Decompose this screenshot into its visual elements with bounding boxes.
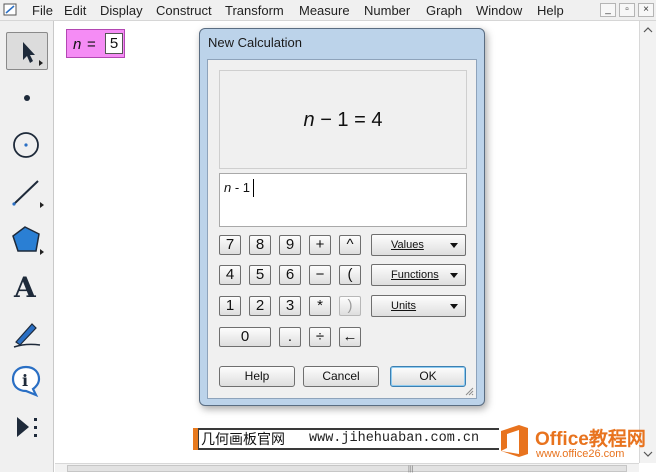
- key-6[interactable]: 6: [279, 265, 301, 285]
- menu-edit[interactable]: Edit: [64, 3, 86, 18]
- horizontal-scroll-thumb[interactable]: |||: [67, 465, 627, 473]
- expression-rest: - 1: [231, 180, 251, 195]
- tool-panel: A i: [0, 21, 54, 472]
- menu-bar: File Edit Display Construct Transform Me…: [0, 0, 656, 21]
- parameter-equals: =: [87, 36, 96, 53]
- text-tool[interactable]: A: [6, 267, 48, 305]
- menu-help[interactable]: Help: [537, 3, 564, 18]
- functions-dropdown-label: Functions: [391, 269, 439, 281]
- menu-number[interactable]: Number: [364, 3, 410, 18]
- functions-dropdown[interactable]: Functions: [371, 264, 466, 286]
- key-0[interactable]: 0: [219, 327, 271, 347]
- chevron-down-icon: [450, 273, 458, 278]
- logo-title: Office教程网: [535, 429, 646, 450]
- key-7[interactable]: 7: [219, 235, 241, 255]
- information-tool[interactable]: i: [6, 361, 48, 399]
- key-2[interactable]: 2: [249, 296, 271, 316]
- marker-tool[interactable]: [6, 314, 48, 352]
- point-tool[interactable]: [6, 79, 48, 117]
- units-dropdown[interactable]: Units: [371, 295, 466, 317]
- help-button[interactable]: Help: [219, 366, 295, 387]
- key-5[interactable]: 5: [249, 265, 271, 285]
- values-dropdown-label: Values: [391, 239, 424, 251]
- parameter-name: n: [73, 36, 82, 53]
- key-plus[interactable]: +: [309, 235, 331, 255]
- menu-measure[interactable]: Measure: [299, 3, 350, 18]
- dialog-title: New Calculation: [208, 35, 302, 50]
- logo-url: www.office26.com: [536, 448, 625, 460]
- key-minus[interactable]: −: [309, 265, 331, 285]
- values-dropdown[interactable]: Values: [371, 234, 466, 256]
- menu-transform[interactable]: Transform: [225, 3, 284, 18]
- info-icon: i: [11, 365, 41, 398]
- minimize-button[interactable]: _: [600, 3, 616, 17]
- key-open-paren[interactable]: (: [339, 265, 361, 285]
- preview-variable: n: [303, 109, 315, 131]
- pen-icon: [13, 323, 41, 348]
- key-4[interactable]: 4: [219, 265, 241, 285]
- menu-file[interactable]: File: [32, 3, 53, 18]
- scroll-up-icon[interactable]: [640, 23, 656, 37]
- cancel-button[interactable]: Cancel: [303, 366, 379, 387]
- flyout-indicator: [40, 202, 44, 208]
- flyout-indicator: [40, 249, 44, 255]
- parameter-n[interactable]: n = 5: [66, 29, 125, 58]
- key-decimal[interactable]: .: [279, 327, 301, 347]
- parameter-value[interactable]: 5: [105, 33, 123, 54]
- app-icon[interactable]: [3, 3, 18, 17]
- info-glyph: i: [22, 371, 28, 390]
- flyout-indicator: [39, 60, 43, 66]
- key-8[interactable]: 8: [249, 235, 271, 255]
- new-calculation-dialog: New Calculation n − 1 = 4 n - 1 7 8 9 + …: [199, 28, 485, 406]
- preview-expression: n − 1 = 4: [220, 109, 466, 132]
- chevron-down-icon: [450, 243, 458, 248]
- banner-site-name: 几何画板官网: [199, 430, 309, 448]
- key-multiply[interactable]: *: [309, 296, 331, 316]
- key-power[interactable]: ^: [339, 235, 361, 255]
- units-dropdown-label: Units: [391, 300, 417, 312]
- office-logo: Office教程网 www.office26.com: [497, 421, 656, 465]
- polygon-tool[interactable]: [6, 220, 48, 258]
- menu-construct[interactable]: Construct: [156, 3, 212, 18]
- straightedge-tool[interactable]: [6, 173, 48, 211]
- close-window-button[interactable]: ×: [638, 3, 654, 17]
- banner-accent: [193, 428, 198, 450]
- key-1[interactable]: 1: [219, 296, 241, 316]
- compass-tool[interactable]: [6, 126, 48, 164]
- text-caret: [253, 179, 254, 197]
- dialog-body: n − 1 = 4 n - 1 7 8 9 + ^ 4 5 6 − ( 1 2 …: [207, 59, 477, 399]
- circle-icon: [13, 132, 39, 158]
- text-a-glyph: A: [13, 271, 37, 304]
- menu-display[interactable]: Display: [100, 3, 143, 18]
- key-close-paren[interactable]: ): [339, 296, 361, 316]
- expression-input[interactable]: n - 1: [219, 173, 467, 227]
- key-9[interactable]: 9: [279, 235, 301, 255]
- restore-button[interactable]: ▫: [619, 3, 635, 17]
- text-a-icon: A: [13, 271, 37, 304]
- chevron-down-icon: [450, 304, 458, 309]
- key-divide[interactable]: ÷: [309, 327, 331, 347]
- calculation-preview: n − 1 = 4: [219, 70, 467, 169]
- office-logo-icon: [501, 425, 528, 457]
- custom-tool[interactable]: [6, 408, 48, 446]
- resize-grip-icon[interactable]: [464, 386, 474, 396]
- menu-graph[interactable]: Graph: [426, 3, 462, 18]
- key-3[interactable]: 3: [279, 296, 301, 316]
- expression-text: n - 1: [224, 180, 250, 195]
- custom-tools-icon: [17, 417, 37, 437]
- ok-button[interactable]: OK: [390, 366, 466, 387]
- menu-window[interactable]: Window: [476, 3, 522, 18]
- preview-result: − 1 = 4: [314, 109, 383, 131]
- key-backspace[interactable]: ←: [339, 327, 361, 347]
- arrow-tool[interactable]: [6, 32, 48, 70]
- site-banner: 几何画板官网 www.jihehuaban.com.cn: [193, 428, 499, 450]
- vertical-scrollbar[interactable]: [639, 21, 656, 463]
- point-icon: [24, 95, 30, 101]
- banner-site-url: www.jihehuaban.com.cn: [309, 430, 499, 448]
